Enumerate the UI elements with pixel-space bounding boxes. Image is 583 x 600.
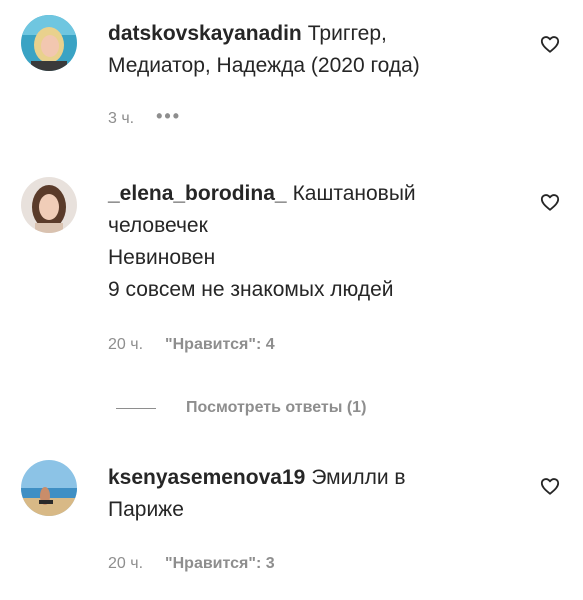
avatar[interactable] [21,177,77,233]
comment-text: datskovskayanadin Триггер, Медиатор, Наде… [108,18,513,82]
avatar[interactable] [21,460,77,516]
comment-body-line: Невиновен [108,246,216,269]
comment-body-line: Медиатор, Надежда (2020 года) [108,54,420,77]
heart-icon[interactable] [540,35,560,53]
comment-body-line: 9 совсем не знакомых людей [108,278,394,301]
comment-time: 3 ч. [108,110,135,127]
comment-time: 20 ч. [108,336,144,353]
comment-body-line: Эмилли в [311,466,406,489]
view-replies-button[interactable]: Посмотреть ответы (1) [116,397,366,419]
comment-username[interactable]: _elena_borodina_ [108,182,287,205]
comment-body-line: Триггер, [307,22,387,45]
comment-meta: 3 ч. ••• [108,107,181,130]
more-icon[interactable]: ••• [156,107,181,127]
comment-text: ksenyasemenova19 Эмилли в Париже [108,462,513,526]
view-replies-label: Посмотреть ответы (1) [186,399,367,416]
heart-icon[interactable] [540,193,560,211]
comment-body-line: Каштановый [292,182,416,205]
heart-icon[interactable] [540,477,560,495]
comment-meta: 20 ч. "Нравится": 4 [108,334,275,356]
comment-meta: 20 ч. "Нравится": 3 [108,553,275,575]
comment-username[interactable]: datskovskayanadin [108,22,302,45]
avatar[interactable] [21,15,77,71]
comment-body-line: человечек [108,214,208,237]
replies-divider [116,407,156,409]
likes-count[interactable]: "Нравится": 4 [165,336,275,354]
likes-count[interactable]: "Нравится": 3 [165,555,275,573]
comment-time: 20 ч. [108,555,144,572]
comment-body-line: Париже [108,498,184,521]
comment-text: _elena_borodina_ Каштановый человечек Нев… [108,178,513,306]
comment-username[interactable]: ksenyasemenova19 [108,466,305,489]
